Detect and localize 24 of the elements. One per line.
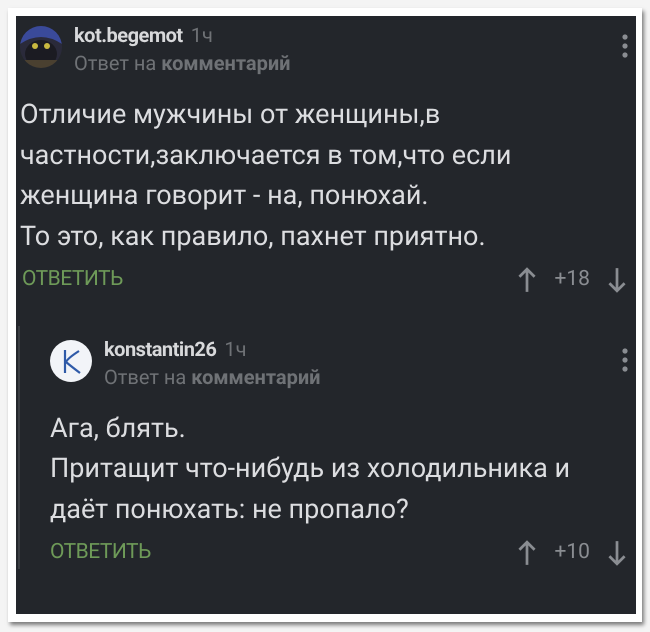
time-label: 1ч [190,22,213,48]
comment-text-line: То это, как правило, пахнет приятно. [20,218,487,254]
downvote-arrow-icon[interactable] [608,266,626,293]
comment-text-line: Ага, блять. [50,410,187,446]
reply-to-label: Ответ на комментарий [104,364,322,390]
comment-text-line: Отличие мужчины от женщины,в [20,97,442,132]
comment-text-line: женщина говорит - на, понюхай. [20,178,430,213]
upvote-arrow-icon[interactable] [518,266,536,293]
comment-text-line: частности,заключается в том,что если [20,138,512,172]
time-label: 1ч [224,336,246,362]
reply-button[interactable]: ОТВЕТИТЬ [50,537,151,568]
comment-text-line: Притащит что-нибудь из холодильника и [50,451,572,486]
more-options-icon[interactable] [622,348,628,372]
comment-text-line: даёт понюхать: не пропало? [50,492,410,526]
avatar-icon [50,340,92,382]
author-name[interactable]: kot.begemot [74,22,183,48]
upvote-arrow-icon[interactable] [518,540,536,566]
downvote-arrow-icon[interactable] [608,540,626,566]
score-label: +10 [554,539,590,566]
more-options-icon[interactable] [622,34,628,58]
score-label: +18 [554,266,590,293]
reply-button[interactable]: ОТВЕТИТЬ [22,264,123,296]
author-name[interactable]: konstantin26 [104,336,216,362]
reply-to-label: Ответ на комментарий [74,50,292,76]
